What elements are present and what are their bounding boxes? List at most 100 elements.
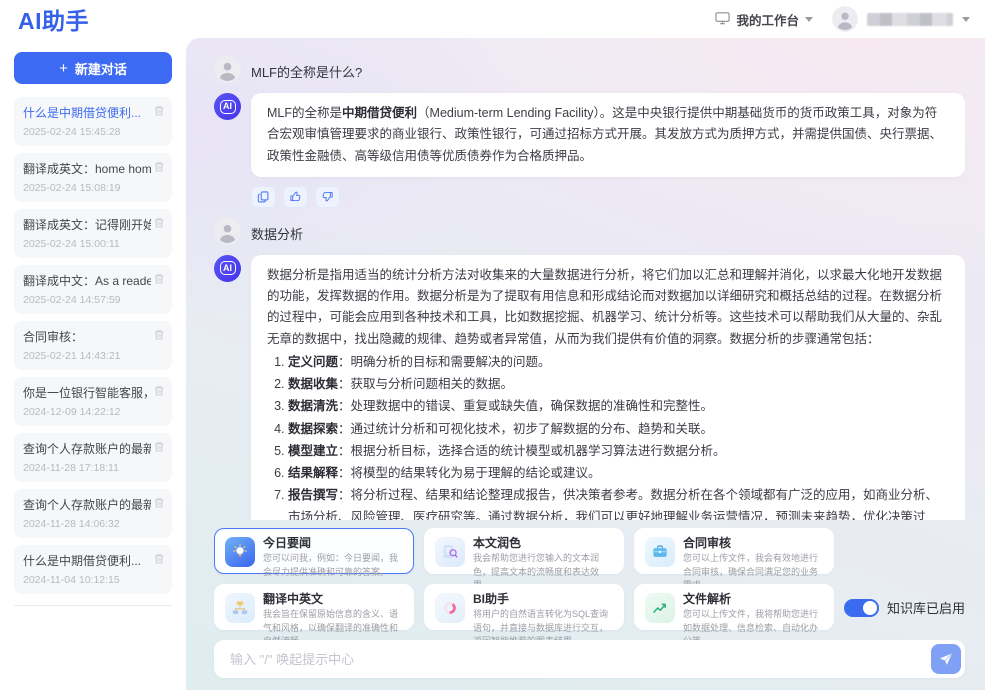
card-title: 合同审核 — [683, 536, 823, 550]
card-title: 今日要闻 — [263, 536, 403, 550]
card-title: 翻译中英文 — [263, 592, 403, 606]
card-desc: 您可以问我，例如：今日要闻，我会尽力提供准确和可靠的答案。 — [263, 552, 403, 579]
user-message-row: MLF的全称是什么? — [214, 56, 965, 83]
knowledge-base-toggle-group: 知识库已启用 — [844, 598, 965, 617]
flowchart-icon — [225, 593, 255, 623]
trash-icon[interactable] — [153, 496, 165, 509]
my-workspace-menu[interactable]: 我的工作台 — [715, 10, 813, 29]
trash-icon[interactable] — [153, 216, 165, 229]
message-list: MLF的全称是什么? AI MLF的全称是中期借贷便利（Medium-term … — [214, 52, 965, 520]
conversation-title: 查询个人存款账户的最新... — [23, 496, 151, 513]
trash-icon[interactable] — [153, 160, 165, 173]
card-text: BI助手 将用户的自然语言转化为SQL查询语句，并直接与数据库进行交互，返回智能… — [473, 592, 613, 622]
conversation-item[interactable]: 你是一位银行智能客服，... 2024-12-09 14:22:12 — [14, 377, 172, 426]
conversation-item[interactable]: 什么是中期借贷便利... 2025-02-24 15:45:28 — [14, 97, 172, 146]
conversation-time: 2024-11-28 17:18:11 — [23, 462, 163, 474]
topbar-right: 我的工作台 — [715, 6, 970, 32]
sidebar: + 新建对话 什么是中期借贷便利... 2025-02-24 15:45:28 … — [0, 38, 186, 690]
card-text: 文件解析 您可以上传文件，我将帮助您进行如数据处理、信息检索、自动化办公等。 — [683, 592, 823, 622]
conversation-list: 什么是中期借贷便利... 2025-02-24 15:45:28 翻译成英文：h… — [14, 97, 172, 594]
conversation-time: 2025-02-24 15:08:19 — [23, 182, 163, 194]
ai-badge: AI — [220, 100, 236, 114]
ai-message-row: AI 数据分析是指用适当的统计分析方法对收集来的大量数据进行分析，将它们加以汇总… — [214, 255, 965, 520]
step-item: 结果解释：将模型的结果转化为易于理解的结论或建议。 — [288, 463, 949, 484]
monitor-icon — [715, 11, 730, 28]
knowledge-base-toggle[interactable] — [844, 599, 879, 617]
trash-icon[interactable] — [153, 272, 165, 285]
conversation-title: 查询个人存款账户的最新... — [23, 440, 151, 457]
thumb-down-icon[interactable] — [315, 186, 340, 208]
conversation-item[interactable]: 查询个人存款账户的最新... 2024-11-28 17:18:11 — [14, 433, 172, 482]
message-input[interactable] — [228, 651, 931, 668]
app-logo: AI助手 — [18, 2, 89, 36]
conversation-title: 什么是中期借贷便利... — [23, 104, 151, 121]
quick-action-cards: 今日要闻 您可以问我，例如：今日要闻，我会尽力提供准确和可靠的答案。 本文润色 … — [214, 528, 834, 630]
conversation-item[interactable]: 翻译成英文：记得刚开始... 2025-02-24 15:00:11 — [14, 209, 172, 258]
trash-icon[interactable] — [153, 328, 165, 341]
trash-icon[interactable] — [153, 440, 165, 453]
card-today-news[interactable]: 今日要闻 您可以问我，例如：今日要闻，我会尽力提供准确和可靠的答案。 — [214, 528, 414, 574]
conversation-title: 翻译成中文：As a reader... — [23, 272, 151, 289]
user-message-text: 数据分析 — [251, 218, 303, 243]
ai-avatar: AI — [214, 255, 241, 282]
conversation-title: 合同审核： — [23, 328, 151, 345]
ai-message-bubble: MLF的全称是中期借贷便利（Medium-term Lending Facili… — [251, 93, 965, 177]
card-text: 本文润色 我会帮助您进行您输入的文本润色，提高文本的流畅度和表达效果。 — [473, 536, 613, 566]
new-chat-button[interactable]: + 新建对话 — [14, 52, 172, 84]
conversation-item[interactable]: 翻译成英文：home home 2025-02-24 15:08:19 — [14, 153, 172, 202]
trash-icon[interactable] — [153, 384, 165, 397]
ai-avatar: AI — [214, 93, 241, 120]
briefcase-icon — [645, 537, 675, 567]
chevron-down-icon[interactable] — [962, 17, 970, 22]
new-chat-label: 新建对话 — [75, 59, 127, 78]
card-translate[interactable]: 翻译中英文 我会旨在保留原始信息的含义、语气和风格，以确保翻译的准确性和自然流畅… — [214, 584, 414, 630]
card-text: 今日要闻 您可以问我，例如：今日要闻，我会尽力提供准确和可靠的答案。 — [263, 536, 403, 566]
card-text-polish[interactable]: 本文润色 我会帮助您进行您输入的文本润色，提高文本的流畅度和表达效果。 — [424, 528, 624, 574]
conversation-item[interactable]: 什么是中期借贷便利... 2024-11-04 10:12:15 — [14, 545, 172, 594]
donut-chart-icon — [435, 593, 465, 623]
conversation-item[interactable]: 查询个人存款账户的最新... 2024-11-28 14:06:32 — [14, 489, 172, 538]
user-message-text: MLF的全称是什么? — [251, 56, 362, 81]
user-avatar — [214, 218, 241, 245]
ai-message-row: AI MLF的全称是中期借贷便利（Medium-term Lending Fac… — [214, 93, 965, 177]
step-item: 报告撰写：将分析过程、结果和结论整理成报告，供决策者参考。数据分析在各个领域都有… — [288, 485, 949, 520]
plus-icon: + — [59, 60, 68, 77]
conversation-time: 2025-02-24 15:45:28 — [23, 126, 163, 138]
card-title: 本文润色 — [473, 536, 613, 550]
card-file-parse[interactable]: 文件解析 您可以上传文件，我将帮助您进行如数据处理、信息检索、自动化办公等。 — [634, 584, 834, 630]
chat-main: MLF的全称是什么? AI MLF的全称是中期借贷便利（Medium-term … — [186, 38, 985, 690]
card-bi-assistant[interactable]: BI助手 将用户的自然语言转化为SQL查询语句，并直接与数据库进行交互，返回智能… — [424, 584, 624, 630]
conversation-title: 翻译成英文：记得刚开始... — [23, 216, 151, 233]
conversation-item[interactable]: 翻译成中文：As a reader... 2025-02-24 14:57:59 — [14, 265, 172, 314]
card-title: 文件解析 — [683, 592, 823, 606]
conversation-title: 什么是中期借贷便利... — [23, 552, 151, 569]
conversation-time: 2024-11-04 10:12:15 — [23, 574, 163, 586]
trash-icon[interactable] — [153, 552, 165, 565]
conversation-title: 你是一位银行智能客服，... — [23, 384, 151, 401]
thumb-up-icon[interactable] — [283, 186, 308, 208]
conversation-time: 2024-12-09 14:22:12 — [23, 406, 163, 418]
trash-icon[interactable] — [153, 104, 165, 117]
step-item: 定义问题：明确分析的目标和需要解决的问题。 — [288, 352, 949, 373]
polish-doc-icon — [435, 537, 465, 567]
user-avatar[interactable] — [832, 6, 858, 32]
conversation-time: 2025-02-24 15:00:11 — [23, 238, 163, 250]
message-actions — [251, 186, 965, 208]
quick-actions-row: 今日要闻 您可以问我，例如：今日要闻，我会尽力提供准确和可靠的答案。 本文润色 … — [214, 528, 965, 630]
user-avatar — [214, 56, 241, 83]
trend-arrow-icon — [645, 593, 675, 623]
card-text: 翻译中英文 我会旨在保留原始信息的含义、语气和风格，以确保翻译的准确性和自然流畅… — [263, 592, 403, 622]
send-button[interactable] — [931, 644, 961, 674]
workspace-label: 我的工作台 — [736, 10, 799, 29]
card-title: BI助手 — [473, 592, 613, 606]
card-text: 合同审核 您可以上传文件，我会有效地进行合同审核，确保合同满足您的业务需求。 — [683, 536, 823, 566]
card-contract-review[interactable]: 合同审核 您可以上传文件，我会有效地进行合同审核，确保合同满足您的业务需求。 — [634, 528, 834, 574]
user-message-row: 数据分析 — [214, 218, 965, 245]
conversation-title: 翻译成英文：home home — [23, 160, 151, 177]
username-redacted — [867, 13, 953, 26]
copy-icon[interactable] — [251, 186, 276, 208]
ai-message-text: MLF的全称是中期借贷便利（Medium-term Lending Facili… — [267, 103, 949, 167]
conversation-item[interactable]: 合同审核： 2025-02-21 14:43:21 — [14, 321, 172, 370]
chevron-down-icon — [805, 17, 813, 22]
conversation-time: 2025-02-24 14:57:59 — [23, 294, 163, 306]
